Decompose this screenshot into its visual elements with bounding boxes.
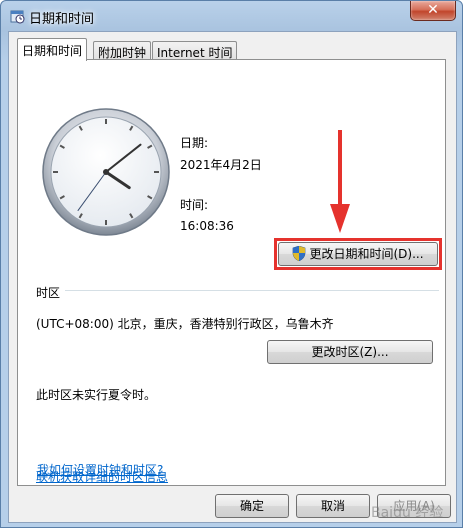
date-value: 2021年4月2日 xyxy=(180,158,262,172)
baidu-paw-logo: Baidu 经验 xyxy=(371,505,443,521)
date-time-dialog: 日期和时间 ✕ 日期和时间 附加时钟 Internet 时间 日期: 2021年… xyxy=(0,0,463,528)
analog-clock xyxy=(42,108,170,236)
change-date-time-button[interactable]: 更改日期和时间(D)... xyxy=(278,242,438,266)
cancel-button[interactable]: 取消 xyxy=(296,494,370,518)
dialog-client-area: 日期和时间 附加时钟 Internet 时间 日期: 2021年4月2日 时间:… xyxy=(8,31,457,523)
uac-shield-icon xyxy=(293,246,306,261)
tab-additional-clocks[interactable]: 附加时钟 xyxy=(93,41,152,60)
watermark-text: Baidu 经验 xyxy=(371,505,443,521)
tab-internet-time[interactable]: Internet 时间 xyxy=(152,41,238,60)
window-title: 日期和时间 xyxy=(29,12,95,27)
ok-button[interactable]: 确定 xyxy=(215,494,289,518)
red-arrow-annotation xyxy=(330,130,350,233)
title-bar[interactable]: 日期和时间 ✕ xyxy=(1,1,462,31)
how-to-set-clock-link[interactable]: 我如何设置时钟和时区? xyxy=(37,461,163,478)
change-date-time-label: 更改日期和时间(D)... xyxy=(309,247,424,261)
dst-note: 此时区未实行夏令时。 xyxy=(36,388,157,402)
date-label: 日期: xyxy=(180,136,209,150)
timezone-divider xyxy=(65,290,439,291)
change-timezone-button[interactable]: 更改时区(Z)... xyxy=(267,340,433,364)
tab-date-time[interactable]: 日期和时间 xyxy=(17,38,88,61)
close-button[interactable]: ✕ xyxy=(410,1,456,21)
date-time-app-icon xyxy=(10,10,25,24)
baidu-watermark: Baidu 经验 xyxy=(369,497,459,527)
timezone-value: (UTC+08:00) 北京，重庆，香港特别行政区，乌鲁木齐 xyxy=(36,317,334,331)
tab-panel-date-time: 日期: 2021年4月2日 时间: 16:08:36 更改日期和时间(D)...… xyxy=(17,59,446,486)
timezone-section-label: 时区 xyxy=(36,286,61,300)
time-value: 16:08:36 xyxy=(180,219,234,233)
time-label: 时间: xyxy=(180,198,209,212)
